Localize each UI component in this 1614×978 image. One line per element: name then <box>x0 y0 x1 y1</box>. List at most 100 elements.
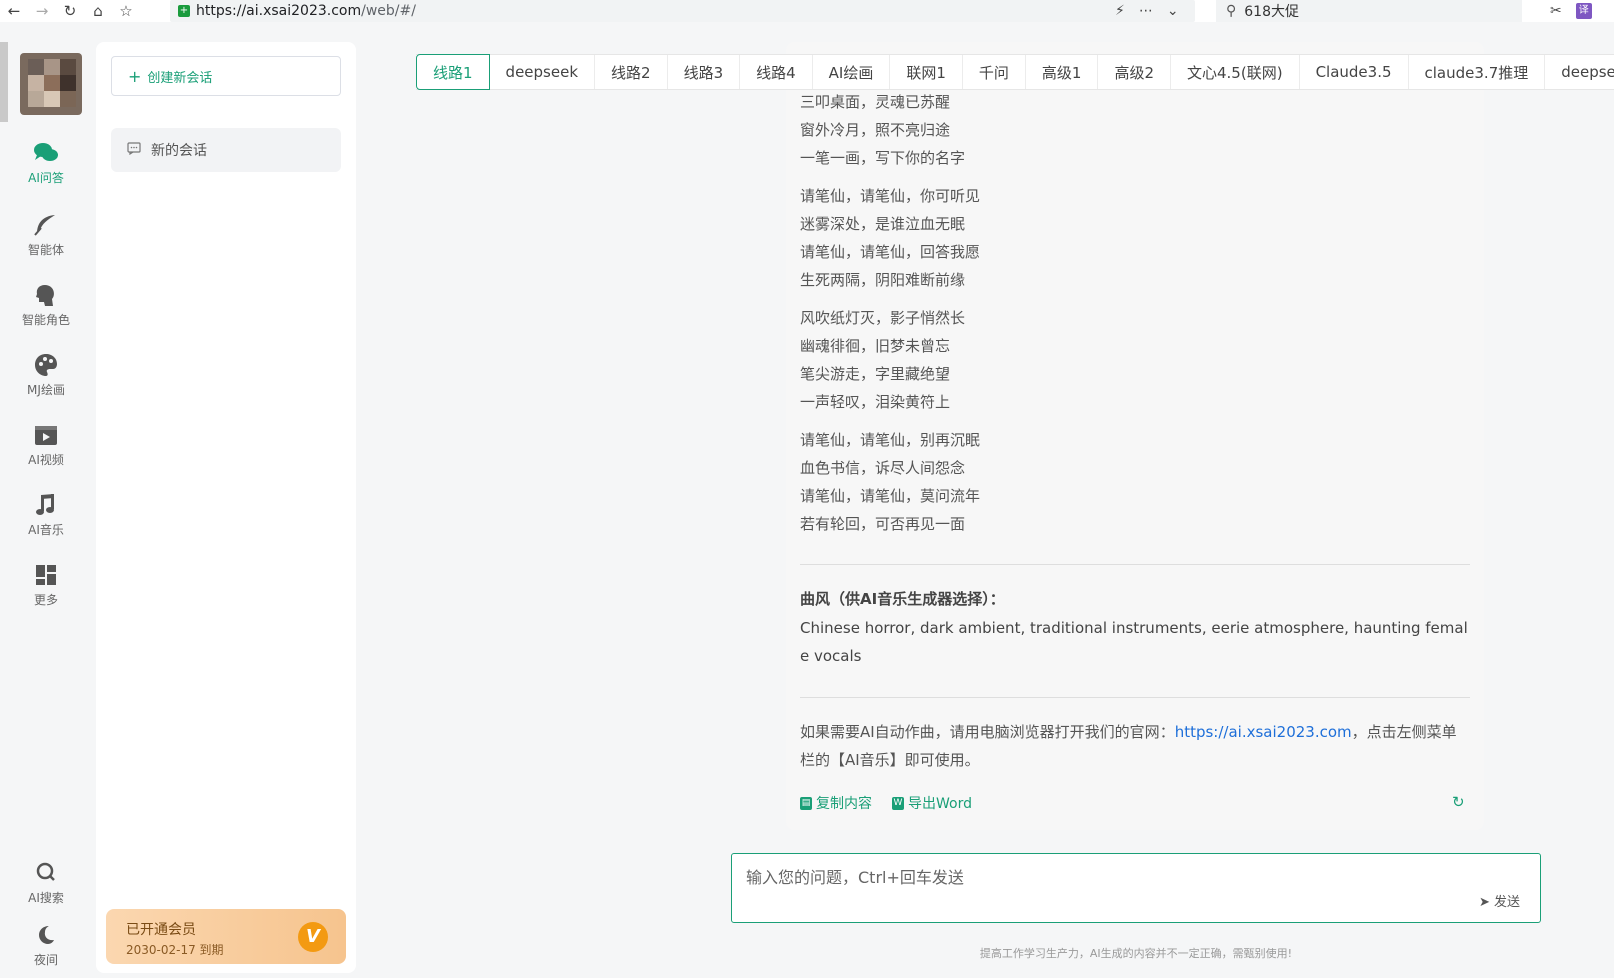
search-text: 618大促 <box>1244 4 1299 20</box>
new-chat-label: 创建新会话 <box>147 70 213 86</box>
new-chat-button[interactable]: + 创建新会话 <box>111 56 341 96</box>
url-path: /web/#/ <box>361 3 416 19</box>
rail-item-ai-music[interactable]: AI音乐 <box>0 492 92 548</box>
music-note-icon <box>33 492 59 518</box>
rail-item-roles[interactable]: 智能角色 <box>0 282 92 338</box>
lyrics-stanza: 三叩桌面，灵魂已苏醒 窗外冷月，照不亮归途 一笔一画，写下你的名字 <box>800 88 1470 172</box>
music-style-title: 曲风（供AI音乐生成器选择）： <box>800 590 1005 608</box>
lyric-line: 幽魂徘徊，旧梦未曾忘 <box>800 337 951 355</box>
tab-advanced-2[interactable]: 高级2 <box>1098 55 1171 89</box>
search-icon <box>33 860 59 886</box>
translate-extension-icon[interactable]: 译 <box>1575 3 1592 19</box>
rail-item-ai-qa[interactable]: AI问答 <box>0 140 92 196</box>
message-actions: ▤ 复制内容 W 导出Word <box>800 793 972 813</box>
rail-item-label: AI搜索 <box>28 891 64 905</box>
rail-scroll-indicator <box>0 42 8 122</box>
copy-label: 复制内容 <box>816 796 872 812</box>
tab-online-1[interactable]: 联网1 <box>890 55 963 89</box>
home-icon[interactable]: ⌂ <box>84 0 112 22</box>
feather-icon <box>33 212 59 238</box>
export-label: 导出Word <box>908 796 972 812</box>
lyric-line: 三叩桌面，灵魂已苏醒 <box>800 93 951 111</box>
lyric-line: 一声轻叹，泪染黄符上 <box>800 393 951 411</box>
tab-deepseek-2[interactable]: deepsee <box>1545 55 1614 89</box>
grid-icon <box>33 562 59 588</box>
tab-route-2[interactable]: 线路2 <box>595 55 668 89</box>
more-dots-icon[interactable]: ⋯ <box>1139 3 1153 19</box>
rail-item-ai-search[interactable]: AI搜索 <box>0 860 92 916</box>
lyric-line: 请笔仙，请笔仙，你可听见 <box>800 187 981 205</box>
divider <box>800 697 1470 698</box>
lyric-line: 风吹纸灯灭，影子悄然长 <box>800 309 966 327</box>
address-bar[interactable]: + https://ai.xsai2023.com/web/#/ <box>170 0 1195 22</box>
chat-icon <box>127 141 141 159</box>
favorites-icon[interactable]: ☆ <box>112 0 140 22</box>
tab-route-1[interactable]: 线路1 <box>416 54 490 90</box>
note-prefix: 如果需要AI自动作曲，请用电脑浏览器打开我们的官网： <box>800 723 1175 741</box>
head-profile-icon <box>33 282 59 308</box>
tab-claude-3-5[interactable]: Claude3.5 <box>1300 55 1409 89</box>
back-icon[interactable]: ← <box>0 0 28 22</box>
lyric-line: 请笔仙，请笔仙，回答我愿 <box>800 243 981 261</box>
divider <box>800 564 1470 565</box>
tab-deepseek[interactable]: deepseek <box>490 55 596 89</box>
address-bar-actions: ⚡ ⋯ ⌄ <box>1115 0 1179 22</box>
lyric-line: 笔尖游走，字里藏绝望 <box>800 365 951 383</box>
lyric-line: 一笔一画，写下你的名字 <box>800 149 966 167</box>
rail-item-label: AI视频 <box>28 453 64 467</box>
reload-icon[interactable]: ↻ <box>56 0 84 22</box>
tab-advanced-1[interactable]: 高级1 <box>1026 55 1099 89</box>
rail-item-ai-video[interactable]: AI视频 <box>0 422 92 478</box>
site-link[interactable]: https://ai.xsai2023.com <box>1175 723 1352 741</box>
conversation-title: 新的会话 <box>151 143 207 159</box>
scissors-icon[interactable]: ✂ <box>1550 3 1562 19</box>
tab-wenxin[interactable]: 文心4.5(联网) <box>1171 55 1300 89</box>
copy-button[interactable]: ▤ 复制内容 <box>800 793 872 813</box>
rail-item-more[interactable]: 更多 <box>0 562 92 618</box>
plus-icon: + <box>128 66 142 86</box>
lyrics-stanza: 风吹纸灯灭，影子悄然长 幽魂徘徊，旧梦未曾忘 笔尖游走，字里藏绝望 一声轻叹，泪… <box>800 304 1470 416</box>
tab-ai-drawing[interactable]: AI绘画 <box>813 55 891 89</box>
search-icon: ⚲ <box>1226 3 1237 19</box>
chevron-down-icon[interactable]: ⌄ <box>1167 3 1179 19</box>
avatar[interactable] <box>20 53 82 115</box>
regenerate-icon[interactable]: ↻ <box>1452 793 1465 811</box>
lyric-line: 窗外冷月，照不亮归途 <box>800 121 951 139</box>
music-note-paragraph: 如果需要AI自动作曲，请用电脑浏览器打开我们的官网：https://ai.xsa… <box>800 718 1470 774</box>
forward-icon[interactable]: → <box>28 0 56 22</box>
tab-qianwen[interactable]: 千问 <box>963 55 1026 89</box>
lyric-line: 请笔仙，请笔仙，别再沉眠 <box>800 431 981 449</box>
lightning-icon[interactable]: ⚡ <box>1115 3 1125 19</box>
conversation-sidebar <box>96 42 356 973</box>
palette-icon <box>33 352 59 378</box>
lyric-line: 血色书信，诉尽人间怨念 <box>800 459 966 477</box>
copy-icon: ▤ <box>800 796 812 810</box>
tab-claude-3-7[interactable]: claude3.7推理 <box>1409 55 1546 89</box>
send-button[interactable]: ➤ 发送 <box>1479 891 1520 910</box>
rail-item-label: AI音乐 <box>28 523 64 537</box>
secure-shield-icon: + <box>178 5 190 17</box>
lyric-line: 生死两隔，阴阳难断前缘 <box>800 271 966 289</box>
vip-badge-icon: V <box>298 922 328 952</box>
export-word-button[interactable]: W 导出Word <box>892 793 972 813</box>
tab-route-4[interactable]: 线路4 <box>740 55 813 89</box>
music-style-text: Chinese horror, dark ambient, traditiona… <box>800 619 1468 665</box>
rail-item-label: AI问答 <box>28 171 64 185</box>
conversation-item[interactable]: 新的会话 <box>111 128 341 172</box>
rail-item-label: 智能角色 <box>21 313 70 327</box>
membership-title: 已开通会员 <box>126 922 196 938</box>
rail-item-label: MJ绘画 <box>27 383 65 397</box>
rail-item-label: 智能体 <box>27 243 64 257</box>
rail-item-mj-drawing[interactable]: MJ绘画 <box>0 352 92 408</box>
rail-item-label: 更多 <box>33 593 58 607</box>
membership-card[interactable]: 已开通会员 2030-02-17 到期 V <box>106 909 346 964</box>
tab-route-3[interactable]: 线路3 <box>668 55 741 89</box>
rail-item-agents[interactable]: 智能体 <box>0 212 92 268</box>
rail-item-night-mode[interactable]: 夜间 <box>0 922 92 978</box>
browser-search-input[interactable]: ⚲ 618大促 <box>1216 0 1522 22</box>
question-input[interactable] <box>746 864 1446 890</box>
lyric-line: 迷雾深处，是谁泣血无眠 <box>800 215 966 233</box>
lyrics-stanza: 请笔仙，请笔仙，别再沉眠 血色书信，诉尽人间怨念 请笔仙，请笔仙，莫问流年 若有… <box>800 426 1470 538</box>
rail-item-label: 夜间 <box>33 953 58 967</box>
chat-bubbles-icon <box>33 140 59 166</box>
